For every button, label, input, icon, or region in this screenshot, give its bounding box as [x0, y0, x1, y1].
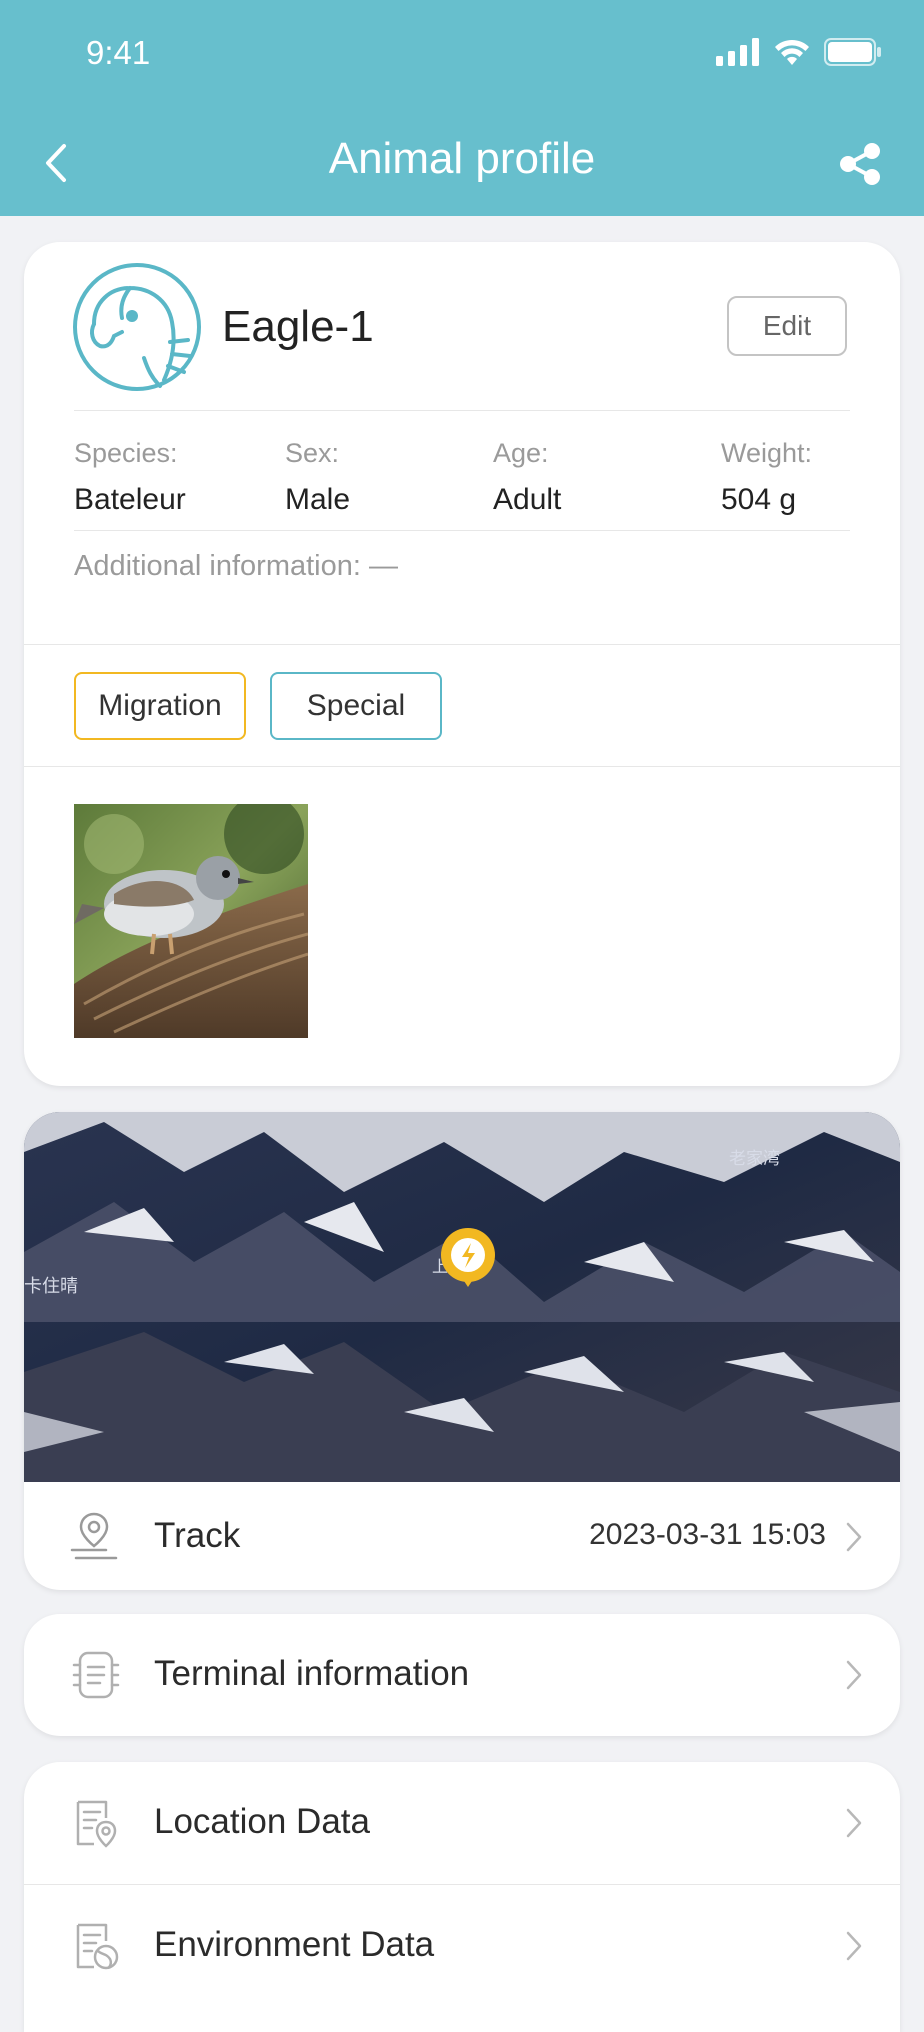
- track-row[interactable]: Track 2023-03-31 15:03: [24, 1482, 900, 1590]
- field-species: Species: Bateleur: [74, 438, 186, 517]
- environment-data-label: Environment Data: [154, 1925, 435, 1964]
- animal-name: Eagle-1: [222, 302, 374, 351]
- tag-migration[interactable]: Migration: [74, 672, 246, 740]
- map-track-card: 卡住晴 上沟湾 老家湾 Track 2023-03-31 15:03: [24, 1112, 900, 1590]
- sex-value: Male: [285, 483, 351, 516]
- location-pin-icon: [70, 1512, 118, 1560]
- age-value: Adult: [493, 483, 562, 516]
- location-data-row[interactable]: Location Data: [24, 1762, 900, 1884]
- edit-button[interactable]: Edit: [727, 296, 847, 356]
- share-icon[interactable]: [836, 140, 884, 188]
- battery-icon: [824, 38, 881, 66]
- divider: [74, 410, 850, 411]
- divider: [74, 530, 850, 531]
- data-menu-card: Location Data Environment Data: [24, 1762, 900, 2032]
- profile-card: Eagle-1 Edit Species: Bateleur Sex: Male…: [24, 242, 900, 1086]
- field-sex: Sex: Male: [285, 438, 350, 517]
- satellite-map[interactable]: 卡住晴 上沟湾 老家湾: [24, 1112, 900, 1482]
- bird-photo[interactable]: [74, 804, 308, 1038]
- map-label: 卡住晴: [24, 1276, 78, 1297]
- sex-label: Sex:: [285, 438, 340, 468]
- track-time: 2023-03-31 15:03: [589, 1518, 826, 1551]
- age-label: Age:: [493, 438, 549, 468]
- location-document-icon: [76, 1800, 117, 1848]
- signal-icon: [716, 38, 759, 66]
- divider: [24, 766, 900, 767]
- field-weight: Weight: 504 g: [721, 438, 812, 517]
- map-label: 老家湾: [729, 1149, 780, 1169]
- location-data-label: Location Data: [154, 1802, 370, 1841]
- divider: [24, 644, 900, 645]
- device-icon: [72, 1651, 120, 1699]
- terminal-info-row[interactable]: Terminal information: [24, 1614, 900, 1736]
- chevron-right-icon: [846, 1660, 862, 1690]
- chevron-right-icon: [846, 1808, 862, 1838]
- status-time: 9:41: [86, 34, 151, 71]
- environment-document-icon: [76, 1923, 119, 1970]
- field-age: Age: Adult: [493, 438, 561, 517]
- weight-label: Weight:: [721, 438, 813, 468]
- eagle-avatar-icon: [73, 263, 201, 391]
- species-value: Bateleur: [74, 483, 186, 516]
- weight-value: 504 g: [721, 483, 797, 516]
- chevron-right-icon: [846, 1522, 862, 1552]
- environment-data-row[interactable]: Environment Data: [24, 1885, 900, 2009]
- species-label: Species:: [74, 438, 178, 468]
- track-label: Track: [154, 1516, 241, 1555]
- additional-info: Additional information: —: [74, 550, 398, 582]
- page-title: Animal profile: [328, 134, 596, 183]
- terminal-info-label: Terminal information: [154, 1654, 470, 1693]
- tag-special[interactable]: Special: [270, 672, 442, 740]
- status-icons: [716, 38, 882, 66]
- app-header: 9:41 Animal profile: [0, 0, 924, 216]
- wifi-icon: [775, 39, 809, 65]
- chevron-right-icon: [846, 1931, 862, 1961]
